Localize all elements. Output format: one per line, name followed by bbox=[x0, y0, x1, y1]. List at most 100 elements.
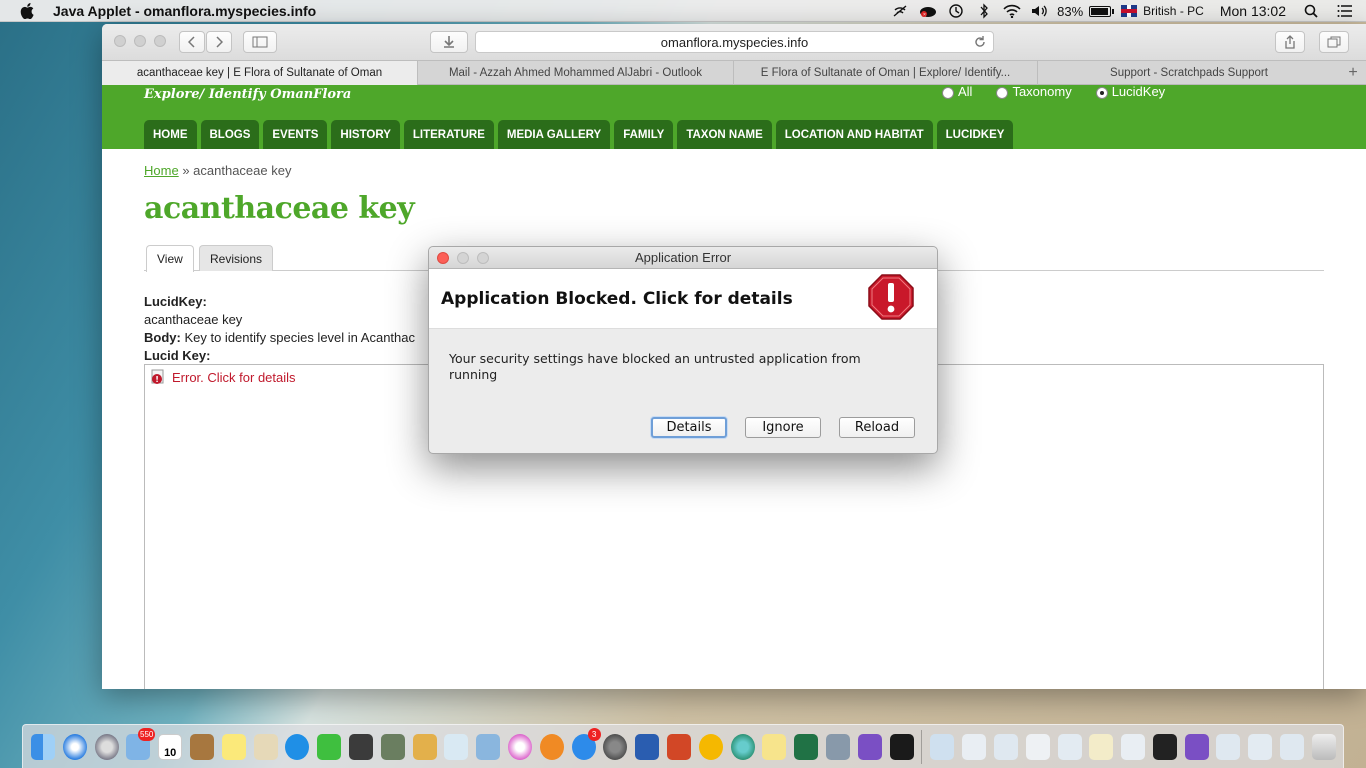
applet-error-link[interactable]: ! Error. Click for details bbox=[150, 369, 296, 385]
sidebar-toggle-button[interactable] bbox=[243, 31, 277, 53]
nav-media-gallery[interactable]: MEDIA GALLERY bbox=[497, 120, 611, 149]
share-icon bbox=[1285, 35, 1295, 49]
itunes-icon[interactable] bbox=[507, 733, 532, 760]
keynote-icon[interactable] bbox=[476, 733, 501, 760]
address-bar[interactable]: omanflora.myspecies.info bbox=[475, 31, 994, 53]
airdrop-icon[interactable] bbox=[889, 0, 911, 22]
stack-item-icon[interactable] bbox=[1089, 733, 1114, 760]
browser-tab-acanthaceae-key[interactable]: acanthaceae key | E Flora of Sultanate o… bbox=[102, 61, 418, 85]
share-button[interactable] bbox=[1275, 31, 1305, 53]
reload-button[interactable]: Reload bbox=[839, 417, 915, 438]
stack-item-icon[interactable] bbox=[1216, 733, 1241, 760]
trash-icon[interactable] bbox=[1311, 733, 1336, 760]
window-minimize-button[interactable] bbox=[134, 35, 146, 47]
dialog-heading[interactable]: Application Blocked. Click for details bbox=[441, 289, 793, 309]
nav-taxon-name[interactable]: TAXON NAME bbox=[677, 120, 772, 149]
notes-icon[interactable] bbox=[221, 733, 246, 760]
nav-events[interactable]: EVENTS bbox=[263, 120, 328, 149]
calendar-day: 10 bbox=[164, 746, 177, 759]
downloads-stack-icon[interactable] bbox=[1280, 733, 1305, 760]
bluetooth-icon[interactable] bbox=[973, 0, 995, 22]
window-close-button[interactable] bbox=[114, 35, 126, 47]
back-button[interactable] bbox=[179, 31, 205, 53]
scanner-icon[interactable] bbox=[825, 733, 850, 760]
stack-item-icon[interactable] bbox=[1248, 733, 1273, 760]
spotlight-search-icon[interactable] bbox=[1300, 0, 1322, 22]
radio-button-selected[interactable] bbox=[1095, 87, 1108, 99]
radio-button[interactable] bbox=[996, 87, 1009, 99]
dialog-titlebar[interactable]: Application Error bbox=[429, 247, 937, 269]
ignore-button[interactable]: Ignore bbox=[745, 417, 821, 438]
calendar-icon[interactable]: 10 bbox=[158, 733, 183, 760]
battery-percentage[interactable]: 83% bbox=[1057, 4, 1083, 19]
search-option-taxonomy[interactable]: Taxonomy bbox=[996, 83, 1072, 99]
stack-item-icon[interactable] bbox=[1057, 733, 1082, 760]
browser-tab-explore-identify[interactable]: E Flora of Sultanate of Oman | Explore/ … bbox=[734, 61, 1038, 85]
reload-icon[interactable] bbox=[973, 35, 987, 49]
stack-item-icon[interactable] bbox=[993, 733, 1018, 760]
wifi-icon[interactable] bbox=[1001, 0, 1023, 22]
radio-button[interactable] bbox=[942, 87, 954, 99]
window-zoom-button[interactable] bbox=[154, 35, 166, 47]
notification-center-icon[interactable] bbox=[1334, 0, 1356, 22]
volume-icon[interactable] bbox=[1029, 0, 1051, 22]
stack-item-icon[interactable] bbox=[1025, 733, 1050, 760]
show-all-tabs-button[interactable] bbox=[1319, 31, 1349, 53]
stack-item-icon[interactable] bbox=[1152, 733, 1177, 760]
mail-icon[interactable]: 550 bbox=[126, 727, 156, 760]
network-icon[interactable] bbox=[730, 733, 755, 760]
excel-icon[interactable] bbox=[794, 733, 819, 760]
tab-view[interactable]: View bbox=[146, 245, 194, 272]
stack-item-icon[interactable] bbox=[1121, 733, 1146, 760]
forward-button[interactable] bbox=[206, 31, 232, 53]
launchpad-icon[interactable] bbox=[94, 733, 119, 760]
apple-menu-icon[interactable] bbox=[20, 2, 34, 19]
outlook-icon[interactable] bbox=[698, 733, 723, 760]
active-app-title[interactable]: Java Applet - omanflora.myspecies.info bbox=[53, 3, 316, 19]
browser-tab-outlook-mail[interactable]: Mail - Azzah Ahmed Mohammed AlJabri - Ou… bbox=[418, 61, 734, 85]
details-button[interactable]: Details bbox=[651, 417, 727, 438]
finder-icon[interactable] bbox=[31, 733, 55, 760]
safari-icon[interactable] bbox=[62, 733, 87, 760]
contacts-icon[interactable] bbox=[189, 733, 214, 760]
word-icon[interactable] bbox=[635, 733, 660, 760]
numbers-icon[interactable] bbox=[444, 733, 469, 760]
clock[interactable]: Mon 13:02 bbox=[1220, 3, 1286, 19]
app-store-icon[interactable]: 3 bbox=[571, 727, 601, 760]
nav-family[interactable]: FAMILY bbox=[614, 120, 674, 149]
lucid-icon[interactable] bbox=[857, 733, 882, 760]
time-machine-icon[interactable] bbox=[945, 0, 967, 22]
new-tab-button[interactable]: + bbox=[1340, 61, 1366, 85]
dialog-close-button[interactable] bbox=[437, 252, 449, 264]
search-option-lucidkey[interactable]: LucidKey bbox=[1095, 83, 1165, 99]
document-icon[interactable] bbox=[762, 733, 787, 760]
photos-icon[interactable] bbox=[380, 733, 405, 760]
powerpoint-icon[interactable] bbox=[666, 733, 691, 760]
photo-booth-icon[interactable] bbox=[348, 733, 373, 760]
preview-icon[interactable] bbox=[253, 733, 278, 760]
messages-icon[interactable] bbox=[285, 733, 310, 760]
breadcrumb-home-link[interactable]: Home bbox=[144, 163, 179, 178]
nav-lucidkey[interactable]: LUCIDKEY bbox=[936, 120, 1014, 149]
british-flag-icon[interactable] bbox=[1121, 5, 1138, 17]
browser-tab-scratchpads-support[interactable]: Support - Scratchpads Support bbox=[1038, 61, 1340, 85]
adobe-creative-cloud-icon[interactable]: × bbox=[917, 0, 939, 22]
search-option-all[interactable]: All bbox=[942, 83, 972, 99]
battery-icon[interactable] bbox=[1089, 5, 1115, 17]
tab-revisions[interactable]: Revisions bbox=[199, 245, 274, 271]
stack-item-icon[interactable] bbox=[962, 733, 987, 760]
stack-item-icon[interactable] bbox=[930, 733, 955, 760]
terminal-icon[interactable] bbox=[889, 733, 914, 760]
ibooks-icon[interactable] bbox=[539, 733, 564, 760]
nav-history[interactable]: HISTORY bbox=[331, 120, 400, 149]
system-preferences-icon[interactable] bbox=[603, 733, 628, 760]
input-source-label[interactable]: British - PC bbox=[1143, 4, 1204, 18]
downloads-button[interactable] bbox=[430, 31, 468, 53]
facetime-icon[interactable] bbox=[317, 733, 342, 760]
pages-icon[interactable] bbox=[412, 733, 437, 760]
nav-home[interactable]: HOME bbox=[144, 120, 197, 149]
nav-literature[interactable]: LITERATURE bbox=[403, 120, 494, 149]
stack-item-icon[interactable] bbox=[1184, 733, 1209, 760]
nav-location-and-habitat[interactable]: LOCATION AND HABITAT bbox=[775, 120, 933, 149]
nav-blogs[interactable]: BLOGS bbox=[200, 120, 260, 149]
